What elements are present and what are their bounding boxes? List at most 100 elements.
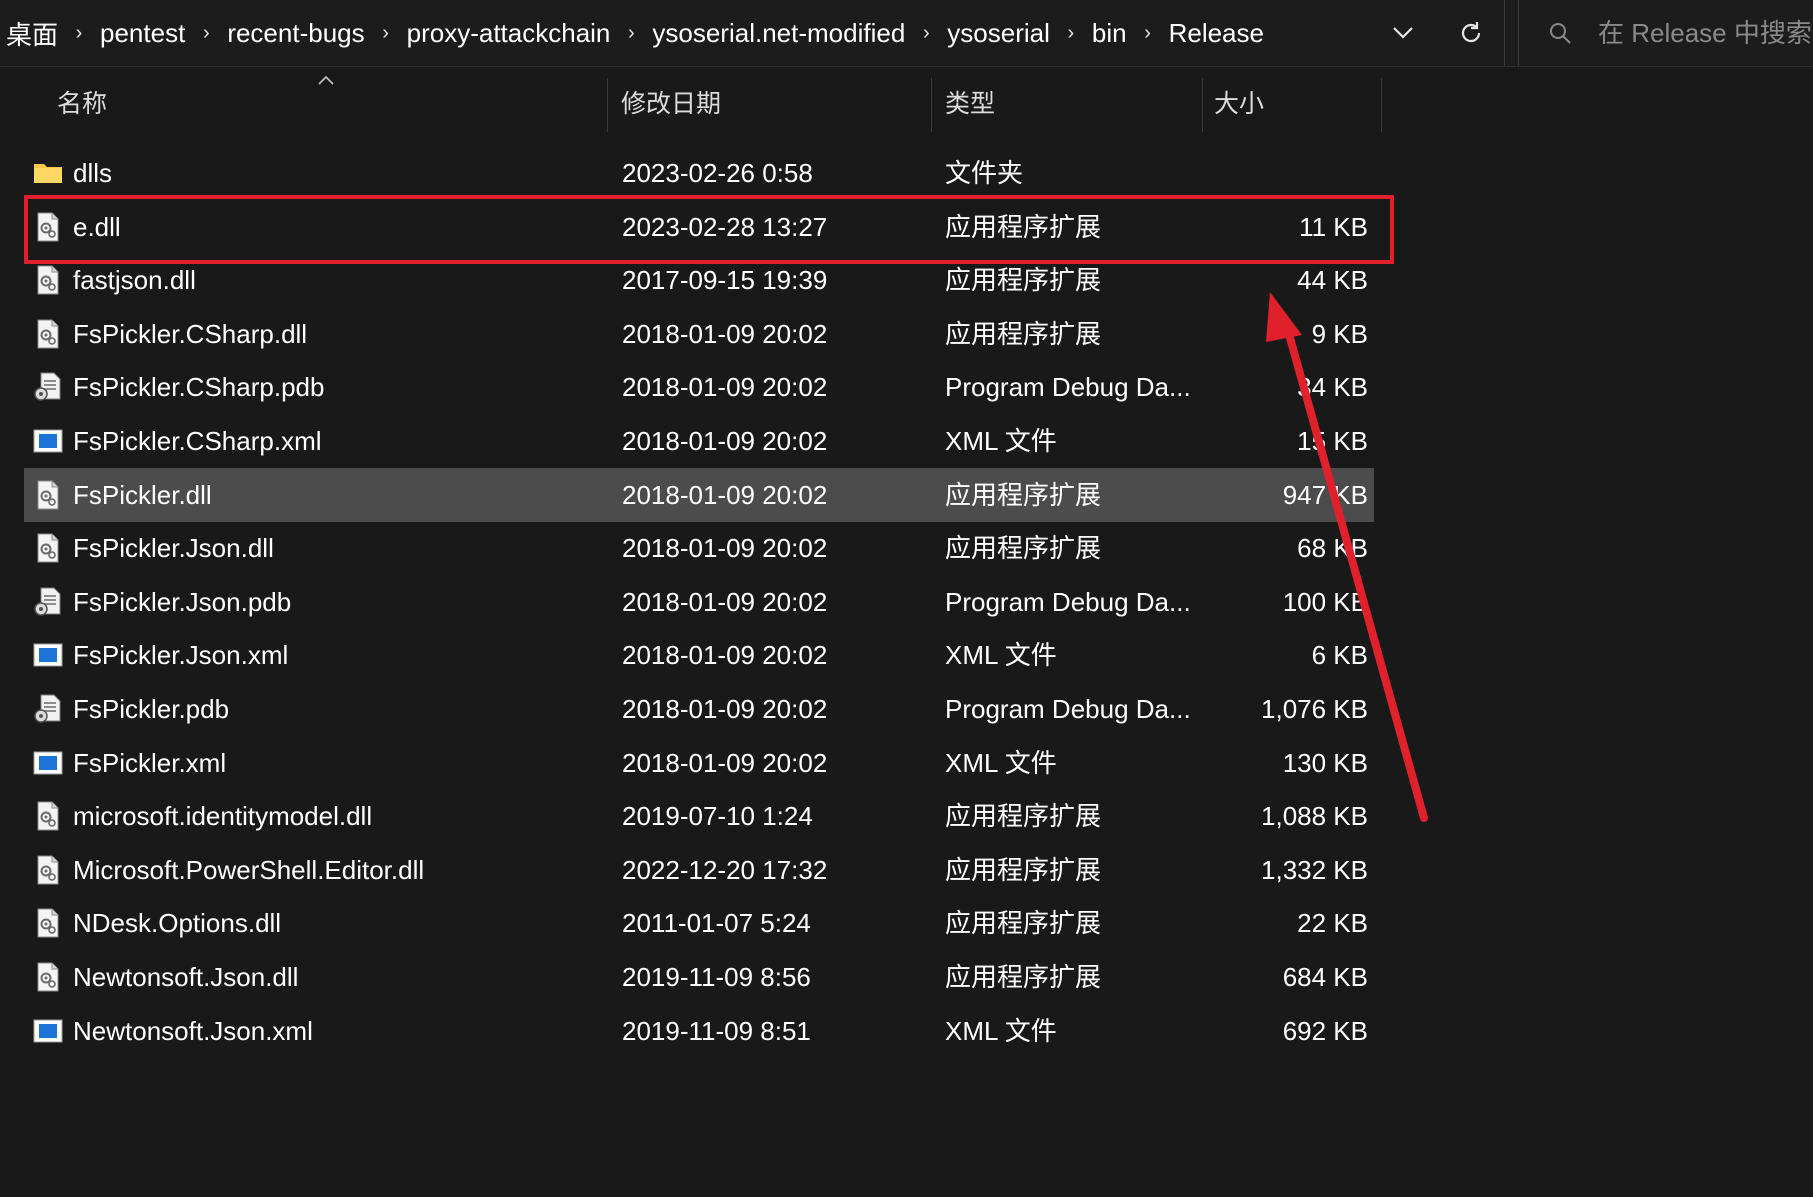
dll-file-icon [32,264,64,296]
file-modified-date: 2018-01-09 20:02 [622,319,828,349]
file-type: Program Debug Da... [945,372,1191,402]
column-header-row: 名称 修改日期 类型 大小 [0,72,1400,136]
file-modified-date: 2019-11-09 8:56 [622,962,811,992]
breadcrumb-item[interactable]: ysoserial.net-modified [648,18,909,49]
file-row[interactable]: fastjson.dll 2017-09-15 19:39 应用程序扩展 44 KB [24,253,1374,307]
file-type: XML 文件 [945,748,1057,778]
search-icon [1550,23,1571,44]
file-row[interactable]: Newtonsoft.Json.dll 2019-11-09 8:56 应用程序扩展… [24,950,1374,1004]
chevron-right-icon[interactable]: › [62,22,96,45]
file-type: Program Debug Da... [945,587,1191,617]
file-modified-date: 2022-12-20 17:32 [622,855,828,885]
chevron-right-icon[interactable]: › [1131,22,1165,45]
dll-file-icon [32,907,64,939]
file-modified-date: 2017-09-15 19:39 [622,265,828,295]
dll-file-icon [32,532,64,564]
file-row[interactable]: FsPickler.Json.dll 2018-01-09 20:02 应用程序扩展… [24,521,1374,575]
file-name: FsPickler.pdb [73,694,230,724]
file-size: 130 KB [1282,748,1368,778]
file-size: 44 KB [1297,265,1368,295]
file-row[interactable]: Newtonsoft.Json.xml 2019-11-09 8:51 XML 文件… [24,1004,1374,1058]
breadcrumb-item[interactable]: recent-bugs [223,18,368,49]
file-row[interactable]: FsPickler.CSharp.dll 2018-01-09 20:02 应用程序… [24,307,1374,361]
breadcrumb-item[interactable]: 桌面 [0,15,62,52]
file-name: FsPickler.Json.pdb [73,587,292,617]
xml-file-icon [32,747,64,779]
file-size: 1,088 KB [1261,801,1368,831]
file-row[interactable]: dlls 2023-02-26 0:58 文件夹 [24,146,1374,200]
history-dropdown-button[interactable] [1380,10,1426,56]
file-row[interactable]: FsPickler.CSharp.pdb 2018-01-09 20:02 Prog… [24,360,1374,414]
file-row[interactable]: e.dll 2023-02-28 13:27 应用程序扩展 11 KB [24,200,1374,254]
file-row[interactable]: FsPickler.Json.pdb 2018-01-09 20:02 Progra… [24,575,1374,629]
column-divider[interactable] [1202,78,1203,132]
file-name: Microsoft.PowerShell.Editor.dll [73,855,425,885]
file-modified-date: 2018-01-09 20:02 [622,694,828,724]
file-row[interactable]: FsPickler.dll 2018-01-09 20:02 应用程序扩展 947 K… [24,468,1374,522]
chevron-right-icon[interactable]: › [189,22,223,45]
file-type: 应用程序扩展 [945,962,1102,992]
chevron-right-icon[interactable]: › [614,22,648,45]
file-type: 应用程序扩展 [945,319,1102,349]
breadcrumb-item[interactable]: bin [1088,18,1131,49]
file-name: Newtonsoft.Json.xml [73,1016,313,1046]
file-modified-date: 2023-02-26 0:58 [622,158,813,188]
file-size: 692 KB [1282,1016,1368,1046]
file-modified-date: 2018-01-09 20:02 [622,533,828,563]
breadcrumb: 桌面 › pentest › recent-bugs › proxy-attackchain… [0,0,1268,66]
file-row[interactable]: Microsoft.PowerShell.Editor.dll 2022-12-2… [24,843,1374,897]
chevron-right-icon[interactable]: › [369,22,403,45]
search-input[interactable]: 在 Release 中搜索 [1598,0,1812,66]
file-row[interactable]: FsPickler.CSharp.xml 2018-01-09 20:02 XML … [24,414,1374,468]
chevron-right-icon[interactable]: › [1054,22,1088,45]
file-row[interactable]: microsoft.identitymodel.dll 2019-07-10 1:… [24,789,1374,843]
column-divider[interactable] [931,78,932,132]
column-header-date[interactable]: 修改日期 [621,72,721,136]
column-divider[interactable] [607,78,608,132]
breadcrumb-item[interactable]: pentest [96,18,189,49]
file-size: 22 KB [1297,908,1368,938]
pdb-file-icon [32,693,64,725]
breadcrumb-item[interactable]: proxy-attackchain [403,18,615,49]
file-name: e.dll [73,212,121,242]
file-type: XML 文件 [945,1016,1057,1046]
file-size: 684 KB [1282,962,1368,992]
file-size: 34 KB [1297,372,1368,402]
chevron-down-icon [1393,27,1413,39]
file-type: 应用程序扩展 [945,533,1102,563]
search-divider [1518,0,1519,66]
file-type: 文件夹 [945,158,1024,188]
file-row[interactable]: FsPickler.Json.xml 2018-01-09 20:02 XML 文件… [24,628,1374,682]
file-type: Program Debug Da... [945,694,1191,724]
file-type: 应用程序扩展 [945,212,1102,242]
column-header-name[interactable]: 名称 [57,72,107,136]
file-type: 应用程序扩展 [945,480,1102,510]
file-modified-date: 2018-01-09 20:02 [622,426,828,456]
file-name: NDesk.Options.dll [73,908,282,938]
dll-file-icon [32,211,64,243]
file-size: 15 KB [1297,426,1368,456]
file-size: 1,076 KB [1261,694,1368,724]
file-row[interactable]: FsPickler.pdb 2018-01-09 20:02 Program Deb… [24,682,1374,736]
file-size: 100 KB [1282,587,1368,617]
chevron-right-icon[interactable]: › [909,22,943,45]
pdb-file-icon [32,371,64,403]
file-modified-date: 2019-11-09 8:51 [622,1016,811,1046]
breadcrumb-item[interactable]: ysoserial [943,18,1054,49]
xml-file-icon [32,1015,64,1047]
file-type: 应用程序扩展 [945,801,1102,831]
file-name: FsPickler.Json.dll [73,533,274,563]
dll-file-icon [32,479,64,511]
refresh-icon [1461,22,1481,43]
column-divider[interactable] [1381,78,1382,132]
breadcrumb-item[interactable]: Release [1165,18,1268,49]
file-type: 应用程序扩展 [945,908,1102,938]
file-row[interactable]: NDesk.Options.dll 2011-01-07 5:24 应用程序扩展 22… [24,896,1374,950]
dll-file-icon [32,318,64,350]
file-name: Newtonsoft.Json.dll [73,962,299,992]
file-name: FsPickler.CSharp.pdb [73,372,325,402]
column-header-type[interactable]: 类型 [945,72,995,136]
refresh-button[interactable] [1448,10,1494,56]
column-header-size[interactable]: 大小 [1214,72,1264,136]
file-row[interactable]: FsPickler.xml 2018-01-09 20:02 XML 文件 130 K… [24,736,1374,790]
